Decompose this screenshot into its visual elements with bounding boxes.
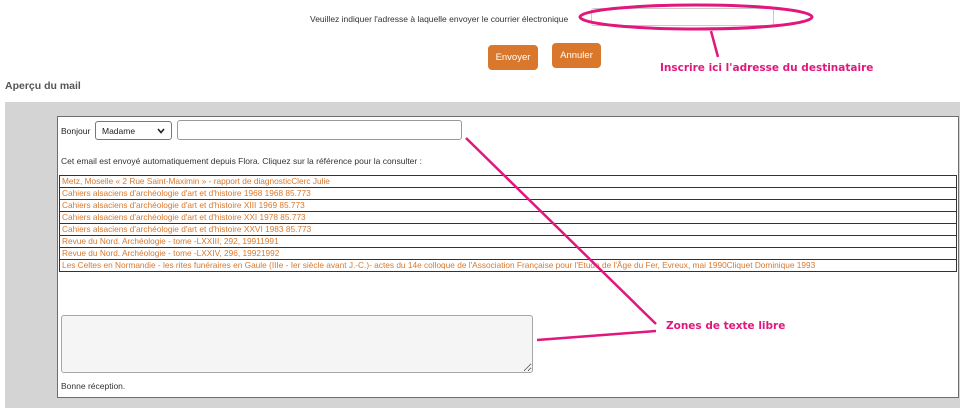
recipient-connector <box>709 30 720 58</box>
free-text-connector <box>536 329 657 342</box>
email-field-highlight <box>578 3 814 31</box>
annotation-overlay <box>465 3 814 342</box>
free-text-annotation: Zones de texte libre <box>666 320 786 332</box>
name-field-connector <box>465 137 657 325</box>
